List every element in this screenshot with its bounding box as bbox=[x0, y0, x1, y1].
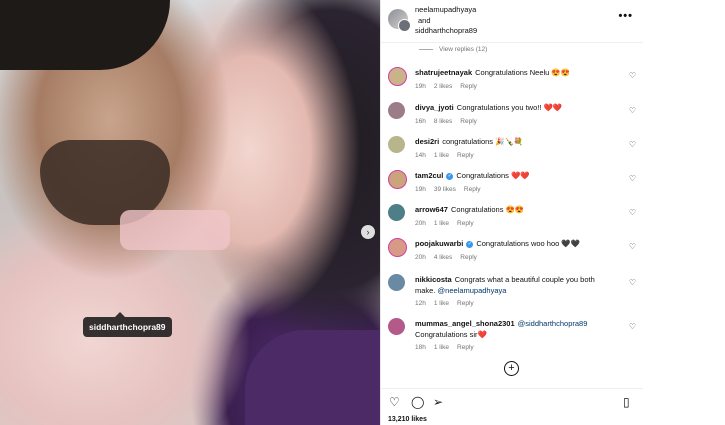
avatar[interactable] bbox=[388, 274, 405, 291]
page-background bbox=[643, 0, 725, 425]
comment-text: Congratulations you two!! ❤️❤️ bbox=[456, 103, 563, 112]
reply-button[interactable]: Reply bbox=[457, 344, 474, 351]
comment-time: 14h bbox=[415, 151, 426, 159]
heart-icon[interactable]: ♡ bbox=[629, 242, 636, 251]
comment-time: 16h bbox=[415, 117, 426, 125]
comment-user[interactable]: mummas_angel_shona2301 bbox=[415, 319, 515, 328]
heart-icon[interactable]: ♡ bbox=[629, 278, 636, 287]
view-replies-link[interactable]: View replies (12) bbox=[419, 46, 487, 53]
comment-likes[interactable]: 1 like bbox=[434, 300, 449, 307]
author-link[interactable]: neelamupadhyaya bbox=[415, 5, 477, 16]
verified-icon: ✓ bbox=[446, 172, 454, 180]
comment-user[interactable]: nikkicosta bbox=[415, 275, 452, 284]
avatar[interactable] bbox=[388, 318, 405, 335]
reply-button[interactable]: Reply bbox=[457, 220, 474, 227]
author-link[interactable]: siddharthchopra89 bbox=[415, 26, 477, 37]
comment-user[interactable]: shatrujeetnayak bbox=[415, 68, 472, 77]
avatar[interactable] bbox=[388, 170, 407, 189]
comment-text: Congratulations sir❤️ bbox=[415, 329, 487, 339]
reply-button[interactable]: Reply bbox=[457, 152, 474, 159]
post-authors: neelamupadhyaya and siddharthchopra89 bbox=[415, 5, 477, 37]
post-header: neelamupadhyaya and siddharthchopra89 ••… bbox=[381, 0, 643, 43]
heart-icon[interactable]: ♡ bbox=[629, 140, 636, 149]
comment-time: 19h bbox=[415, 185, 426, 193]
heart-icon[interactable]: ♡ bbox=[629, 322, 636, 331]
photo-collar bbox=[120, 210, 230, 250]
photo-user-tag[interactable]: siddharthchopra89 bbox=[83, 312, 172, 337]
comment-text: Congratulations woo hoo 🖤🖤 bbox=[476, 239, 581, 248]
comment-text: congratulations 🎉🍾💐 bbox=[442, 137, 524, 146]
add-circle-icon[interactable]: + bbox=[504, 361, 519, 376]
comment-likes[interactable]: 1 like bbox=[434, 344, 449, 351]
share-icon[interactable]: ➢ bbox=[433, 395, 443, 409]
mention-link[interactable]: @neelamupadhyaya bbox=[438, 286, 507, 295]
comment-text: Congratulations 😍😍 bbox=[450, 205, 525, 214]
comment-text: Congratulations Neelu 😍😍 bbox=[475, 68, 571, 77]
comment-user[interactable]: poojakuwarbi bbox=[415, 239, 463, 248]
comment-icon[interactable]: ◯ bbox=[411, 395, 424, 409]
reply-button[interactable]: Reply bbox=[460, 118, 477, 125]
avatar[interactable] bbox=[388, 102, 405, 119]
comment-likes[interactable]: 1 like bbox=[434, 152, 449, 159]
comment-user[interactable]: desi2ri bbox=[415, 137, 439, 146]
photo-dress bbox=[245, 330, 380, 425]
reply-button[interactable]: Reply bbox=[464, 186, 481, 193]
comment-likes[interactable]: 2 likes bbox=[434, 83, 452, 90]
comment-user[interactable]: tam2cul bbox=[415, 171, 443, 180]
comment-likes[interactable]: 8 likes bbox=[434, 118, 452, 125]
heart-icon[interactable]: ♡ bbox=[629, 106, 636, 115]
reply-button[interactable]: Reply bbox=[457, 300, 474, 307]
mention-link[interactable]: @siddharthchopra89 bbox=[518, 319, 588, 328]
post-photo[interactable]: siddharthchopra89 › bbox=[0, 0, 380, 425]
comment-likes[interactable]: 39 likes bbox=[434, 186, 456, 193]
verified-icon: ✓ bbox=[466, 240, 474, 248]
heart-icon[interactable]: ♡ bbox=[629, 208, 636, 217]
more-horizontal-icon[interactable]: ••• bbox=[618, 10, 633, 22]
comment-time: 19h bbox=[415, 82, 426, 90]
reply-button[interactable]: Reply bbox=[460, 83, 477, 90]
bookmark-icon[interactable]: ▯ bbox=[623, 395, 630, 409]
reply-button[interactable]: Reply bbox=[460, 254, 477, 261]
action-bar: ♡ ◯ ➢ ▯ bbox=[381, 388, 643, 415]
likes-count[interactable]: 13,210 likes bbox=[388, 416, 427, 423]
heart-icon[interactable]: ♡ bbox=[389, 395, 400, 409]
comment-time: 20h bbox=[415, 219, 426, 227]
comment-likes[interactable]: 4 likes bbox=[434, 254, 452, 261]
comment-user[interactable]: divya_jyoti bbox=[415, 103, 454, 112]
comment-time: 12h bbox=[415, 300, 426, 307]
comment-likes[interactable]: 1 like bbox=[434, 220, 449, 227]
chevron-right-icon[interactable]: › bbox=[361, 225, 375, 239]
avatar[interactable] bbox=[388, 67, 407, 86]
avatar[interactable] bbox=[388, 204, 405, 221]
divider bbox=[419, 48, 433, 50]
comment-time: 20h bbox=[415, 253, 426, 261]
photo-hair bbox=[0, 0, 170, 70]
avatar[interactable] bbox=[398, 19, 411, 32]
heart-icon[interactable]: ♡ bbox=[629, 71, 636, 80]
comment-text: Congratulations ❤️❤️ bbox=[456, 171, 530, 180]
comments-panel: neelamupadhyaya and siddharthchopra89 ••… bbox=[380, 0, 644, 425]
comment-user[interactable]: arrow647 bbox=[415, 205, 448, 214]
heart-icon[interactable]: ♡ bbox=[629, 174, 636, 183]
author-conjunction: and bbox=[418, 15, 431, 25]
comment-time: 18h bbox=[415, 344, 426, 351]
avatar[interactable] bbox=[388, 136, 405, 153]
avatar[interactable] bbox=[388, 238, 407, 257]
